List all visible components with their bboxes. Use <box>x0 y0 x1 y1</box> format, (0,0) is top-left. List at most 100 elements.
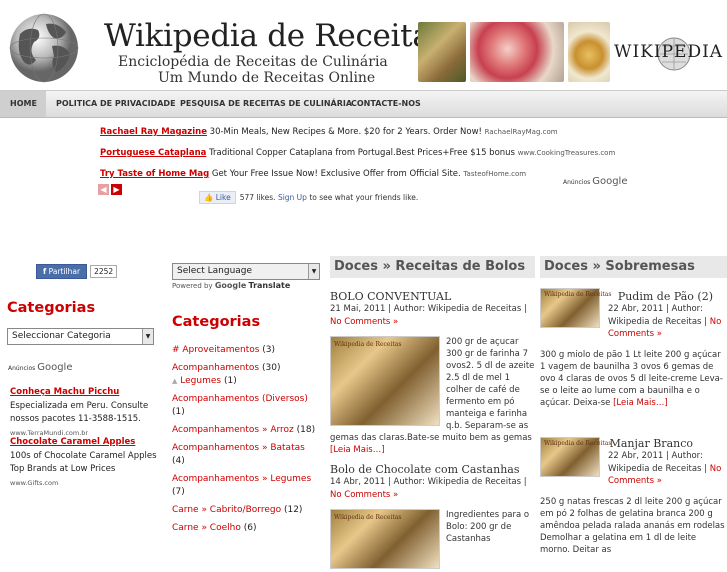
ad-url[interactable]: RachaelRayMag.com <box>485 128 558 136</box>
post-body-text: 250 g natas frescas 2 dl leite 200 g açú… <box>540 496 725 555</box>
nav-home[interactable]: HOME <box>0 91 46 117</box>
post-title-link[interactable]: BOLO CONVENTUAL <box>330 290 535 303</box>
globe-logo-icon[interactable] <box>8 12 80 84</box>
site-tagline-1: Enciclopédia de Receitas de Culinária <box>118 54 388 70</box>
post-excerpt: 250 g natas frescas 2 dl leite 200 g açú… <box>540 488 727 556</box>
ad-title-link[interactable]: Chocolate Caramel Apples <box>10 436 160 450</box>
fb-share-widget: f Partilhar 2252 <box>36 264 118 279</box>
category-item: Acompanhamentos (Diversos) (1) <box>172 393 327 419</box>
fb-signup-text: to see what your friends like. <box>309 193 419 202</box>
post-thumbnail[interactable]: Wikipedia de Receitas <box>330 509 440 569</box>
post-author: | Author: Wikipedia de Receitas | <box>388 304 527 314</box>
google-wordmark: Google <box>214 281 247 290</box>
nav-privacy-policy[interactable]: POLITICA DE PRIVACIDADE <box>46 91 186 117</box>
category-link[interactable]: Legumes <box>180 376 221 386</box>
comments-link[interactable]: No Comments » <box>330 490 398 500</box>
share-count: 2252 <box>90 265 118 278</box>
header-food-photo-3 <box>568 22 610 82</box>
post-date: 14 Abr, 2011 <box>330 477 386 487</box>
site-header: Wikipedia de Receitas Enciclopédia de Re… <box>0 0 727 90</box>
fb-like-label: Like <box>215 193 231 202</box>
ads-label: Anúncios <box>8 365 36 372</box>
translate-label: Translate <box>248 281 291 290</box>
wikipedia-wordmark: WIKIPEDIA <box>614 42 724 62</box>
post-thumbnail[interactable]: Wikipedia de Receitas <box>540 288 611 328</box>
post-thumbnail[interactable]: Wikipedia de Receitas <box>330 336 440 426</box>
posts-column-heading[interactable]: Doces » Sobremesas <box>540 256 727 278</box>
comments-link[interactable]: No Comments » <box>330 317 398 327</box>
category-item: Acompanhamentos » Batatas (4) <box>172 442 327 468</box>
category-item: Carne » Coelho (6) <box>172 522 327 535</box>
left-ad-item: Chocolate Caramel Apples 100s of Chocola… <box>10 436 160 490</box>
nav-contact[interactable]: CONTACTE-NOS <box>341 91 431 117</box>
category-count: (1) <box>172 407 185 417</box>
main-nav: HOME POLITICA DE PRIVACIDADE PESQUISA DE… <box>0 90 727 118</box>
ad-url[interactable]: www.Gifts.com <box>10 477 160 491</box>
header-food-photo-1 <box>418 22 466 82</box>
left-ad-item: Conheça Machu Picchu Especializada em Pe… <box>10 386 160 440</box>
post-thumbnail[interactable]: Wikipedia de Receitas <box>540 437 611 477</box>
ads-by-google-label[interactable]: Anúncios Google <box>563 176 627 187</box>
category-count: (6) <box>243 523 257 533</box>
ads-label: Anúncios <box>563 179 591 186</box>
nav-recipe-search[interactable]: PESQUISA DE RECEITAS DE CULINÁRIA <box>170 91 362 117</box>
ad-item: Portuguese Cataplana Traditional Copper … <box>100 146 620 167</box>
category-item: Acompanhamentos » Legumes (7) <box>172 473 327 499</box>
header-food-photo-2 <box>470 22 564 82</box>
category-link[interactable]: Acompanhamentos <box>172 363 259 373</box>
language-select[interactable]: Select Language ▼ <box>172 263 320 280</box>
ad-item: Try Taste of Home Mag Get Your Free Issu… <box>100 167 620 188</box>
chevron-down-icon: ▼ <box>308 264 319 279</box>
category-link[interactable]: Acompanhamentos (Diversos) <box>172 394 308 404</box>
category-count: (3) <box>262 345 276 355</box>
ad-url[interactable]: TasteofHome.com <box>463 170 526 178</box>
category-item: Carne » Cabrito/Borrego (12) <box>172 504 327 517</box>
post: BOLO CONVENTUAL 21 Mai, 2011 | Author: W… <box>330 288 535 453</box>
ad-url[interactable]: www.CookingTreasures.com <box>518 149 616 157</box>
category-link[interactable]: # Aproveitamentos <box>172 345 259 355</box>
posts-column-sobremesas: Doces » Sobremesas Wikipedia de Receitas… <box>540 256 727 556</box>
ad-pager: ◀ ▶ <box>98 177 124 196</box>
google-wordmark: Google <box>592 176 628 187</box>
middle-categories-heading: Categorias <box>172 314 261 330</box>
read-more-link[interactable]: [Leia Mais…] <box>330 445 385 453</box>
category-count: (1) <box>223 376 237 386</box>
ad-title-link[interactable]: Conheça Machu Picchu <box>10 386 160 400</box>
category-select[interactable]: Seleccionar Categoria ▼ <box>7 328 154 345</box>
posts-column-bolos: Doces » Receitas de Bolos BOLO CONVENTUA… <box>330 256 535 572</box>
share-label: Partilhar <box>48 267 81 276</box>
category-count: (30) <box>261 363 281 373</box>
facebook-f-icon: f <box>43 267 47 276</box>
ad-title-link[interactable]: Rachael Ray Magazine <box>100 127 207 137</box>
ad-text: 100s of Chocolate Caramel Apples Top Bra… <box>10 450 157 475</box>
category-count: (18) <box>296 425 316 435</box>
google-wordmark: Google <box>37 362 73 373</box>
category-select-value: Seleccionar Categoria <box>12 331 111 341</box>
category-link[interactable]: Carne » Cabrito/Borrego <box>172 505 281 515</box>
post-title-link[interactable]: Bolo de Chocolate com Castanhas <box>330 463 535 476</box>
next-arrow-icon[interactable]: ▶ <box>111 184 122 195</box>
post-author: | Author: Wikipedia de Receitas | <box>387 477 527 487</box>
category-item: Acompanhamentos » Arroz (18) <box>172 424 327 437</box>
category-link[interactable]: Acompanhamentos » Arroz <box>172 425 294 435</box>
category-link[interactable]: Acompanhamentos » Batatas <box>172 443 305 453</box>
category-link[interactable]: Acompanhamentos » Legumes <box>172 474 311 484</box>
site-title[interactable]: Wikipedia de Receitas <box>104 18 446 54</box>
read-more-link[interactable]: [Leia Mais…] <box>613 398 668 408</box>
fb-like-button[interactable]: 👍 Like <box>199 191 236 204</box>
google-translate-credit[interactable]: Powered by Google Translate <box>172 281 290 290</box>
post: Wikipedia de Receitas Pudim de Pão (2) 2… <box>540 288 727 428</box>
post: Wikipedia de Receitas Manjar Branco 22 A… <box>540 437 727 556</box>
posts-column-heading[interactable]: Doces » Receitas de Bolos <box>330 256 535 278</box>
fb-share-button[interactable]: f Partilhar <box>36 264 88 279</box>
language-select-value: Select Language <box>177 266 253 276</box>
ad-title-link[interactable]: Portuguese Cataplana <box>100 148 206 158</box>
ad-text: Traditional Copper Cataplana from Portug… <box>209 148 515 158</box>
left-categories-heading: Categorias <box>7 300 96 316</box>
ad-item: Rachael Ray Magazine 30-Min Meals, New R… <box>100 125 620 146</box>
fb-signup-link[interactable]: Sign Up <box>278 193 307 202</box>
thumbnail-caption: Wikipedia de Receitas <box>544 440 612 447</box>
category-link[interactable]: Carne » Coelho <box>172 523 241 533</box>
ads-by-google-label[interactable]: Anúncios Google <box>8 362 72 373</box>
prev-arrow-icon[interactable]: ◀ <box>98 184 109 195</box>
